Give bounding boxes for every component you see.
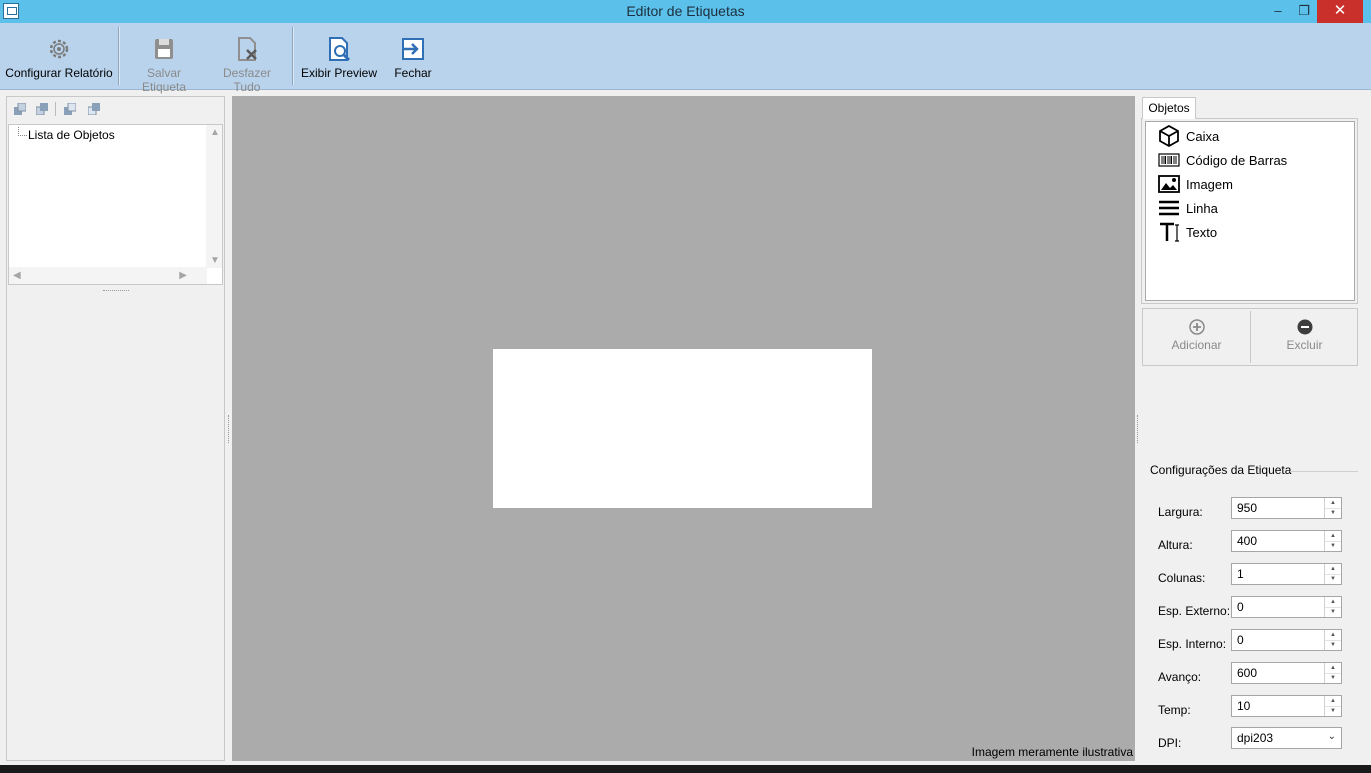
close-button[interactable]: Fechar — [388, 35, 438, 80]
save-label-text: Salvar Etiqueta — [141, 66, 187, 94]
temp-value: 10 — [1237, 699, 1251, 713]
avanco-spinner[interactable]: 600 ▲ ▼ — [1231, 662, 1342, 684]
illustrative-note: Imagem meramente ilustrativa — [971, 745, 1133, 759]
avanco-label: Avanço: — [1158, 670, 1202, 684]
delete-button[interactable]: Excluir — [1251, 309, 1358, 365]
temp-label: Temp: — [1158, 703, 1191, 717]
list-item-label: Texto — [1186, 225, 1218, 240]
spin-down-icon[interactable]: ▼ — [1325, 706, 1341, 716]
tree-toolbar-separator — [55, 102, 56, 116]
spin-down-icon[interactable]: ▼ — [1325, 508, 1341, 518]
scroll-down-icon[interactable]: ▼ — [210, 255, 220, 266]
largura-label: Largura: — [1158, 505, 1203, 519]
object-tree[interactable]: Lista de Objetos ▲ ▼ ◀ ▶ — [8, 124, 223, 285]
object-actions: Adicionar Excluir — [1142, 308, 1358, 366]
esp-externo-label: Esp. Externo: — [1158, 604, 1231, 618]
lines-icon — [1158, 197, 1180, 219]
undo-all-button[interactable]: Desfazer Tudo — [208, 35, 286, 94]
tree-connector — [18, 127, 27, 136]
toolbar-separator — [118, 27, 120, 85]
settings-group-title: Configurações da Etiqueta — [1150, 463, 1292, 477]
list-item-label: Imagem — [1186, 177, 1233, 192]
undo-all-text: Desfazer Tudo — [222, 66, 272, 94]
delete-label: Excluir — [1286, 338, 1323, 352]
toolbar-separator — [292, 27, 294, 85]
bring-to-front-icon[interactable] — [14, 102, 27, 115]
spin-down-icon[interactable]: ▼ — [1325, 541, 1341, 551]
send-to-back-icon[interactable] — [87, 103, 100, 116]
object-type-list[interactable]: Caixa Código de Barras Imagem Linha Text… — [1145, 121, 1355, 301]
bring-forward-icon[interactable] — [35, 103, 48, 116]
save-icon — [150, 35, 178, 63]
object-tree-panel: Lista de Objetos ▲ ▼ ◀ ▶ — [6, 96, 225, 761]
list-item-label: Código de Barras — [1186, 153, 1288, 168]
image-icon — [1158, 173, 1180, 195]
scroll-left-icon[interactable]: ◀ — [13, 270, 21, 281]
esp-interno-label: Esp. Interno: — [1158, 637, 1227, 651]
tree-toolbar — [7, 97, 224, 121]
save-label-button[interactable]: Salvar Etiqueta — [124, 35, 204, 94]
window-title: Editor de Etiquetas — [626, 3, 745, 19]
cube-icon — [1158, 124, 1180, 148]
add-label: Adicionar — [1171, 338, 1222, 352]
restore-button[interactable]: ❐ — [1291, 0, 1317, 23]
colunas-label: Colunas: — [1158, 571, 1206, 585]
avanco-value: 600 — [1237, 666, 1258, 680]
minus-circle-icon — [1297, 319, 1313, 335]
dpi-value: dpi203 — [1237, 731, 1274, 745]
preview-icon — [325, 35, 353, 63]
vertical-scrollbar[interactable]: ▲ ▼ — [206, 125, 222, 268]
dpi-label: DPI: — [1158, 736, 1182, 750]
spin-down-icon[interactable]: ▼ — [1325, 640, 1341, 650]
list-item-label: Linha — [1186, 201, 1218, 216]
scroll-right-icon[interactable]: ▶ — [179, 270, 187, 281]
altura-label: Altura: — [1158, 538, 1193, 552]
esp-externo-spinner[interactable]: 0 ▲ ▼ — [1231, 596, 1342, 618]
largura-spinner[interactable]: 950 ▲ ▼ — [1231, 497, 1342, 519]
colunas-value: 1 — [1237, 567, 1244, 581]
horizontal-scrollbar[interactable]: ◀ ▶ — [9, 267, 207, 284]
spin-down-icon[interactable]: ▼ — [1325, 574, 1341, 584]
left-splitter[interactable] — [228, 415, 231, 443]
settings-group-divider — [1290, 471, 1358, 472]
altura-value: 400 — [1237, 534, 1258, 548]
toolbar: Configurar Relatório Salvar Etiqueta Des… — [0, 23, 1371, 94]
label-preview[interactable] — [493, 349, 872, 508]
show-preview-button[interactable]: Exibir Preview — [300, 35, 378, 80]
configure-report-button[interactable]: Configurar Relatório — [5, 35, 113, 80]
close-window-button[interactable]: ✕ — [1317, 0, 1363, 23]
plus-circle-icon — [1188, 319, 1205, 335]
add-button[interactable]: Adicionar — [1143, 309, 1250, 365]
barcode-icon — [1158, 149, 1180, 171]
window-bottom-border — [0, 765, 1371, 773]
scroll-up-icon[interactable]: ▲ — [210, 127, 220, 138]
document-delete-icon — [233, 35, 261, 63]
spin-down-icon[interactable]: ▼ — [1325, 607, 1341, 617]
dpi-select[interactable]: dpi203 ⌄ — [1231, 727, 1342, 749]
configure-report-label: Configurar Relatório — [5, 66, 113, 80]
tree-root-item[interactable]: Lista de Objetos — [28, 128, 115, 142]
design-canvas[interactable]: Imagem meramente ilustrativa — [232, 96, 1135, 761]
close-text: Fechar — [394, 66, 432, 80]
spin-down-icon[interactable]: ▼ — [1325, 673, 1341, 683]
altura-spinner[interactable]: 400 ▲ ▼ — [1231, 530, 1342, 552]
temp-spinner[interactable]: 10 ▲ ▼ — [1231, 695, 1342, 717]
list-item-label: Caixa — [1186, 129, 1220, 144]
chevron-down-icon: ⌄ — [1327, 731, 1336, 742]
esp-interno-spinner[interactable]: 0 ▲ ▼ — [1231, 629, 1342, 651]
colunas-spinner[interactable]: 1 ▲ ▼ — [1231, 563, 1342, 585]
esp-interno-value: 0 — [1237, 633, 1244, 647]
title-bar: Editor de Etiquetas – ❐ ✕ — [0, 0, 1371, 23]
right-splitter[interactable] — [1137, 415, 1140, 443]
exit-icon — [399, 35, 427, 63]
text-icon — [1158, 221, 1180, 243]
minimize-button[interactable]: – — [1265, 0, 1291, 23]
esp-externo-value: 0 — [1237, 600, 1244, 614]
tab-objetos[interactable]: Objetos — [1142, 97, 1196, 119]
show-preview-text: Exibir Preview — [300, 66, 378, 80]
send-backward-icon[interactable] — [64, 102, 77, 115]
largura-value: 950 — [1237, 501, 1258, 515]
gear-icon — [45, 35, 73, 63]
splitter-grip[interactable] — [103, 290, 129, 293]
